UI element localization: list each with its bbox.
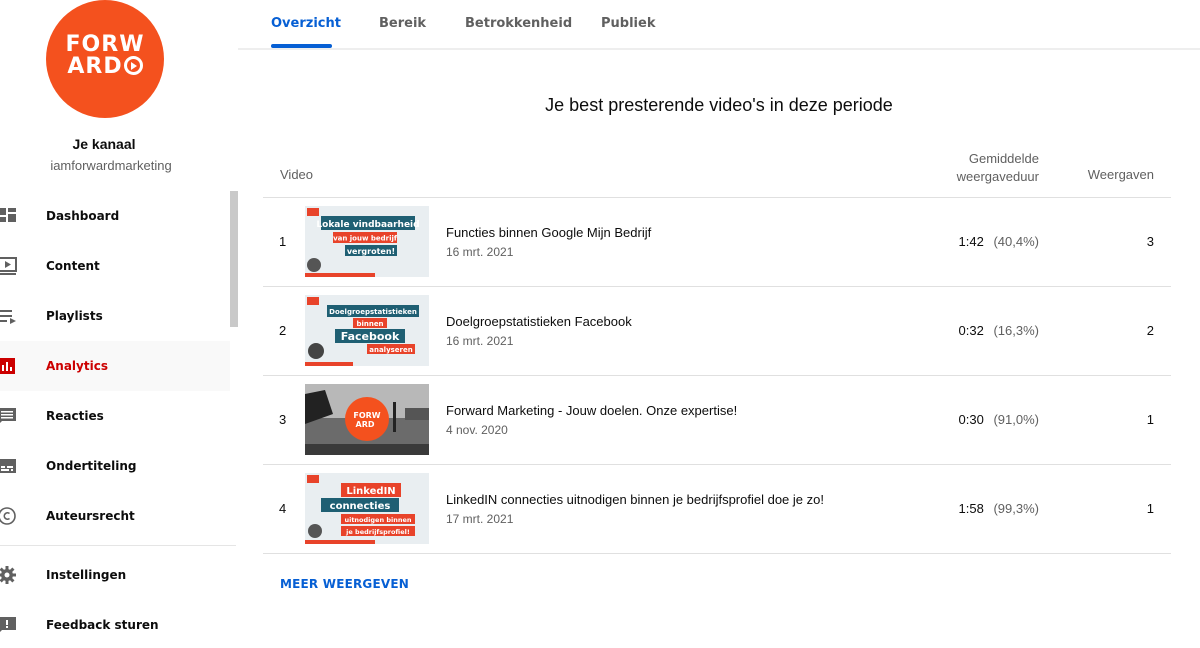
channel-logo-text: FORW ARD [65, 32, 145, 79]
video-date: 16 mrt. 2021 [446, 334, 514, 348]
sidebar-item-label: Analytics [46, 359, 108, 373]
thumb-text: uitnodigen binnen [344, 516, 411, 524]
tab-betrokkenheid[interactable]: Betrokkenheid [465, 16, 572, 31]
sidebar-item-label: Playlists [46, 309, 103, 323]
avg-duration-pct: (40,4%) [993, 234, 1039, 249]
video-title[interactable]: Doelgroepstatistieken Facebook [446, 314, 632, 329]
sidebar-item-content[interactable]: Content [0, 241, 230, 291]
table-row[interactable]: 1 Lokale vindbaarheid van jouw bedrijf v… [263, 198, 1171, 287]
active-tab-indicator [271, 44, 332, 48]
row-rank: 4 [279, 501, 287, 516]
avg-duration: 1:58 (99,3%) [903, 501, 1039, 516]
sidebar-nav: Dashboard Content Playlists Analytics Re… [0, 191, 236, 648]
sidebar: FORW ARD Je kanaal iamforwardmarketing D… [0, 0, 238, 648]
thumb-text: Doelgroepstatistieken [329, 308, 417, 316]
column-header-avg-duration-line1: Gemiddelde [968, 151, 1039, 166]
video-title[interactable]: Functies binnen Google Mijn Bedrijf [446, 225, 651, 240]
avg-duration: 0:30 (91,0%) [903, 412, 1039, 427]
avg-duration-time: 0:30 [958, 412, 984, 427]
thumb-text: Lokale vindbaarheid [316, 220, 419, 230]
avg-duration-time: 0:32 [958, 323, 984, 338]
views-count: 2 [1146, 323, 1154, 338]
video-date: 16 mrt. 2021 [446, 245, 514, 259]
sidebar-item-label: Reacties [46, 409, 104, 423]
row-rank: 1 [279, 234, 287, 249]
views-count: 3 [1146, 234, 1154, 249]
sidebar-item-auteursrecht[interactable]: Auteursrecht [0, 491, 230, 541]
views-count: 1 [1146, 412, 1154, 427]
card-title: Je best presterende video's in deze peri… [545, 95, 893, 115]
gear-icon [0, 565, 18, 585]
avg-duration: 1:42 (40,4%) [903, 234, 1039, 249]
thumb-text: binnen [356, 320, 383, 328]
sidebar-item-feedback[interactable]: Feedback sturen [0, 600, 230, 648]
tab-bereik[interactable]: Bereik [379, 16, 426, 31]
playlist-icon [0, 306, 18, 326]
thumb-text: LinkedIN [346, 486, 395, 497]
thumb-text: FORW [353, 411, 380, 420]
row-rank: 2 [279, 323, 287, 338]
sidebar-item-reacties[interactable]: Reacties [0, 391, 230, 441]
thumb-text: connecties [330, 501, 391, 512]
video-content-icon [0, 256, 18, 276]
thumb-text: Facebook [341, 330, 400, 343]
video-thumbnail[interactable]: Lokale vindbaarheid van jouw bedrijf ver… [305, 206, 429, 277]
sidebar-item-ondertiteling[interactable]: Ondertiteling [0, 441, 230, 491]
avg-duration-time: 1:42 [958, 234, 984, 249]
column-header-views: Weergaven [1087, 167, 1154, 182]
show-more-button[interactable]: MEER WEERGEVEN [280, 577, 409, 591]
thumb-text: ARD [356, 420, 375, 429]
sidebar-item-label: Auteursrecht [46, 509, 135, 523]
sidebar-item-label: Content [46, 259, 100, 273]
analytics-tabs: Overzicht Bereik Betrokkenheid Publiek [238, 0, 1200, 50]
avg-duration-pct: (99,3%) [993, 501, 1039, 516]
analytics-icon [0, 356, 18, 376]
comment-icon [0, 406, 18, 426]
sidebar-item-analytics[interactable]: Analytics [0, 341, 230, 391]
column-header-avg-duration-line2: weergaveduur [956, 169, 1039, 184]
column-header-video: Video [280, 167, 314, 182]
copyright-icon [0, 506, 18, 526]
avg-duration-pct: (16,3%) [993, 323, 1039, 338]
sidebar-item-label: Feedback sturen [46, 618, 159, 632]
video-thumbnail[interactable]: FORW ARD [305, 384, 429, 455]
sidebar-item-label: Ondertiteling [46, 459, 137, 473]
thumb-text: van jouw bedrijf [333, 235, 398, 243]
column-header-avg-duration: Gemiddelde weergaveduur [940, 150, 1039, 186]
thumb-text: je bedrijfsprofiel! [345, 528, 410, 536]
table-row[interactable]: 2 Doelgroepstatistieken binnen Facebook … [263, 287, 1171, 376]
sidebar-item-label: Dashboard [46, 209, 120, 223]
sidebar-scrollbar[interactable] [230, 191, 238, 327]
feedback-icon [0, 615, 18, 635]
subtitles-icon [0, 456, 18, 476]
video-date: 17 mrt. 2021 [446, 512, 514, 526]
table-row[interactable]: 4 LinkedIN connecties uitnodigen binnen … [263, 465, 1171, 554]
channel-title: Je kanaal [72, 136, 136, 152]
avg-duration-time: 1:58 [958, 501, 984, 516]
sidebar-divider [0, 545, 236, 546]
row-rank: 3 [279, 412, 287, 427]
channel-avatar[interactable]: FORW ARD [46, 0, 164, 118]
table-row[interactable]: 3 FORW ARD Forward Marketing - Jouw doel… [263, 376, 1171, 465]
sidebar-item-label: Instellingen [46, 568, 127, 582]
channel-handle: iamforwardmarketing [50, 158, 172, 173]
avg-duration: 0:32 (16,3%) [903, 323, 1039, 338]
sidebar-item-dashboard[interactable]: Dashboard [0, 191, 230, 241]
avg-duration-pct: (91,0%) [993, 412, 1039, 427]
video-thumbnail[interactable]: Doelgroepstatistieken binnen Facebook an… [305, 295, 429, 366]
sidebar-item-playlists[interactable]: Playlists [0, 291, 230, 341]
views-count: 1 [1146, 501, 1154, 516]
thumb-text: vergroten! [347, 247, 395, 256]
dashboard-icon [0, 206, 18, 226]
thumb-text: analyseren [369, 346, 413, 354]
tab-overzicht[interactable]: Overzicht [271, 16, 341, 31]
video-date: 4 nov. 2020 [446, 423, 508, 437]
sidebar-item-instellingen[interactable]: Instellingen [0, 550, 230, 600]
video-title[interactable]: LinkedIN connecties uitnodigen binnen je… [446, 492, 824, 507]
video-thumbnail[interactable]: LinkedIN connecties uitnodigen binnen je… [305, 473, 429, 544]
video-title[interactable]: Forward Marketing - Jouw doelen. Onze ex… [446, 403, 737, 418]
tab-publiek[interactable]: Publiek [601, 16, 655, 31]
